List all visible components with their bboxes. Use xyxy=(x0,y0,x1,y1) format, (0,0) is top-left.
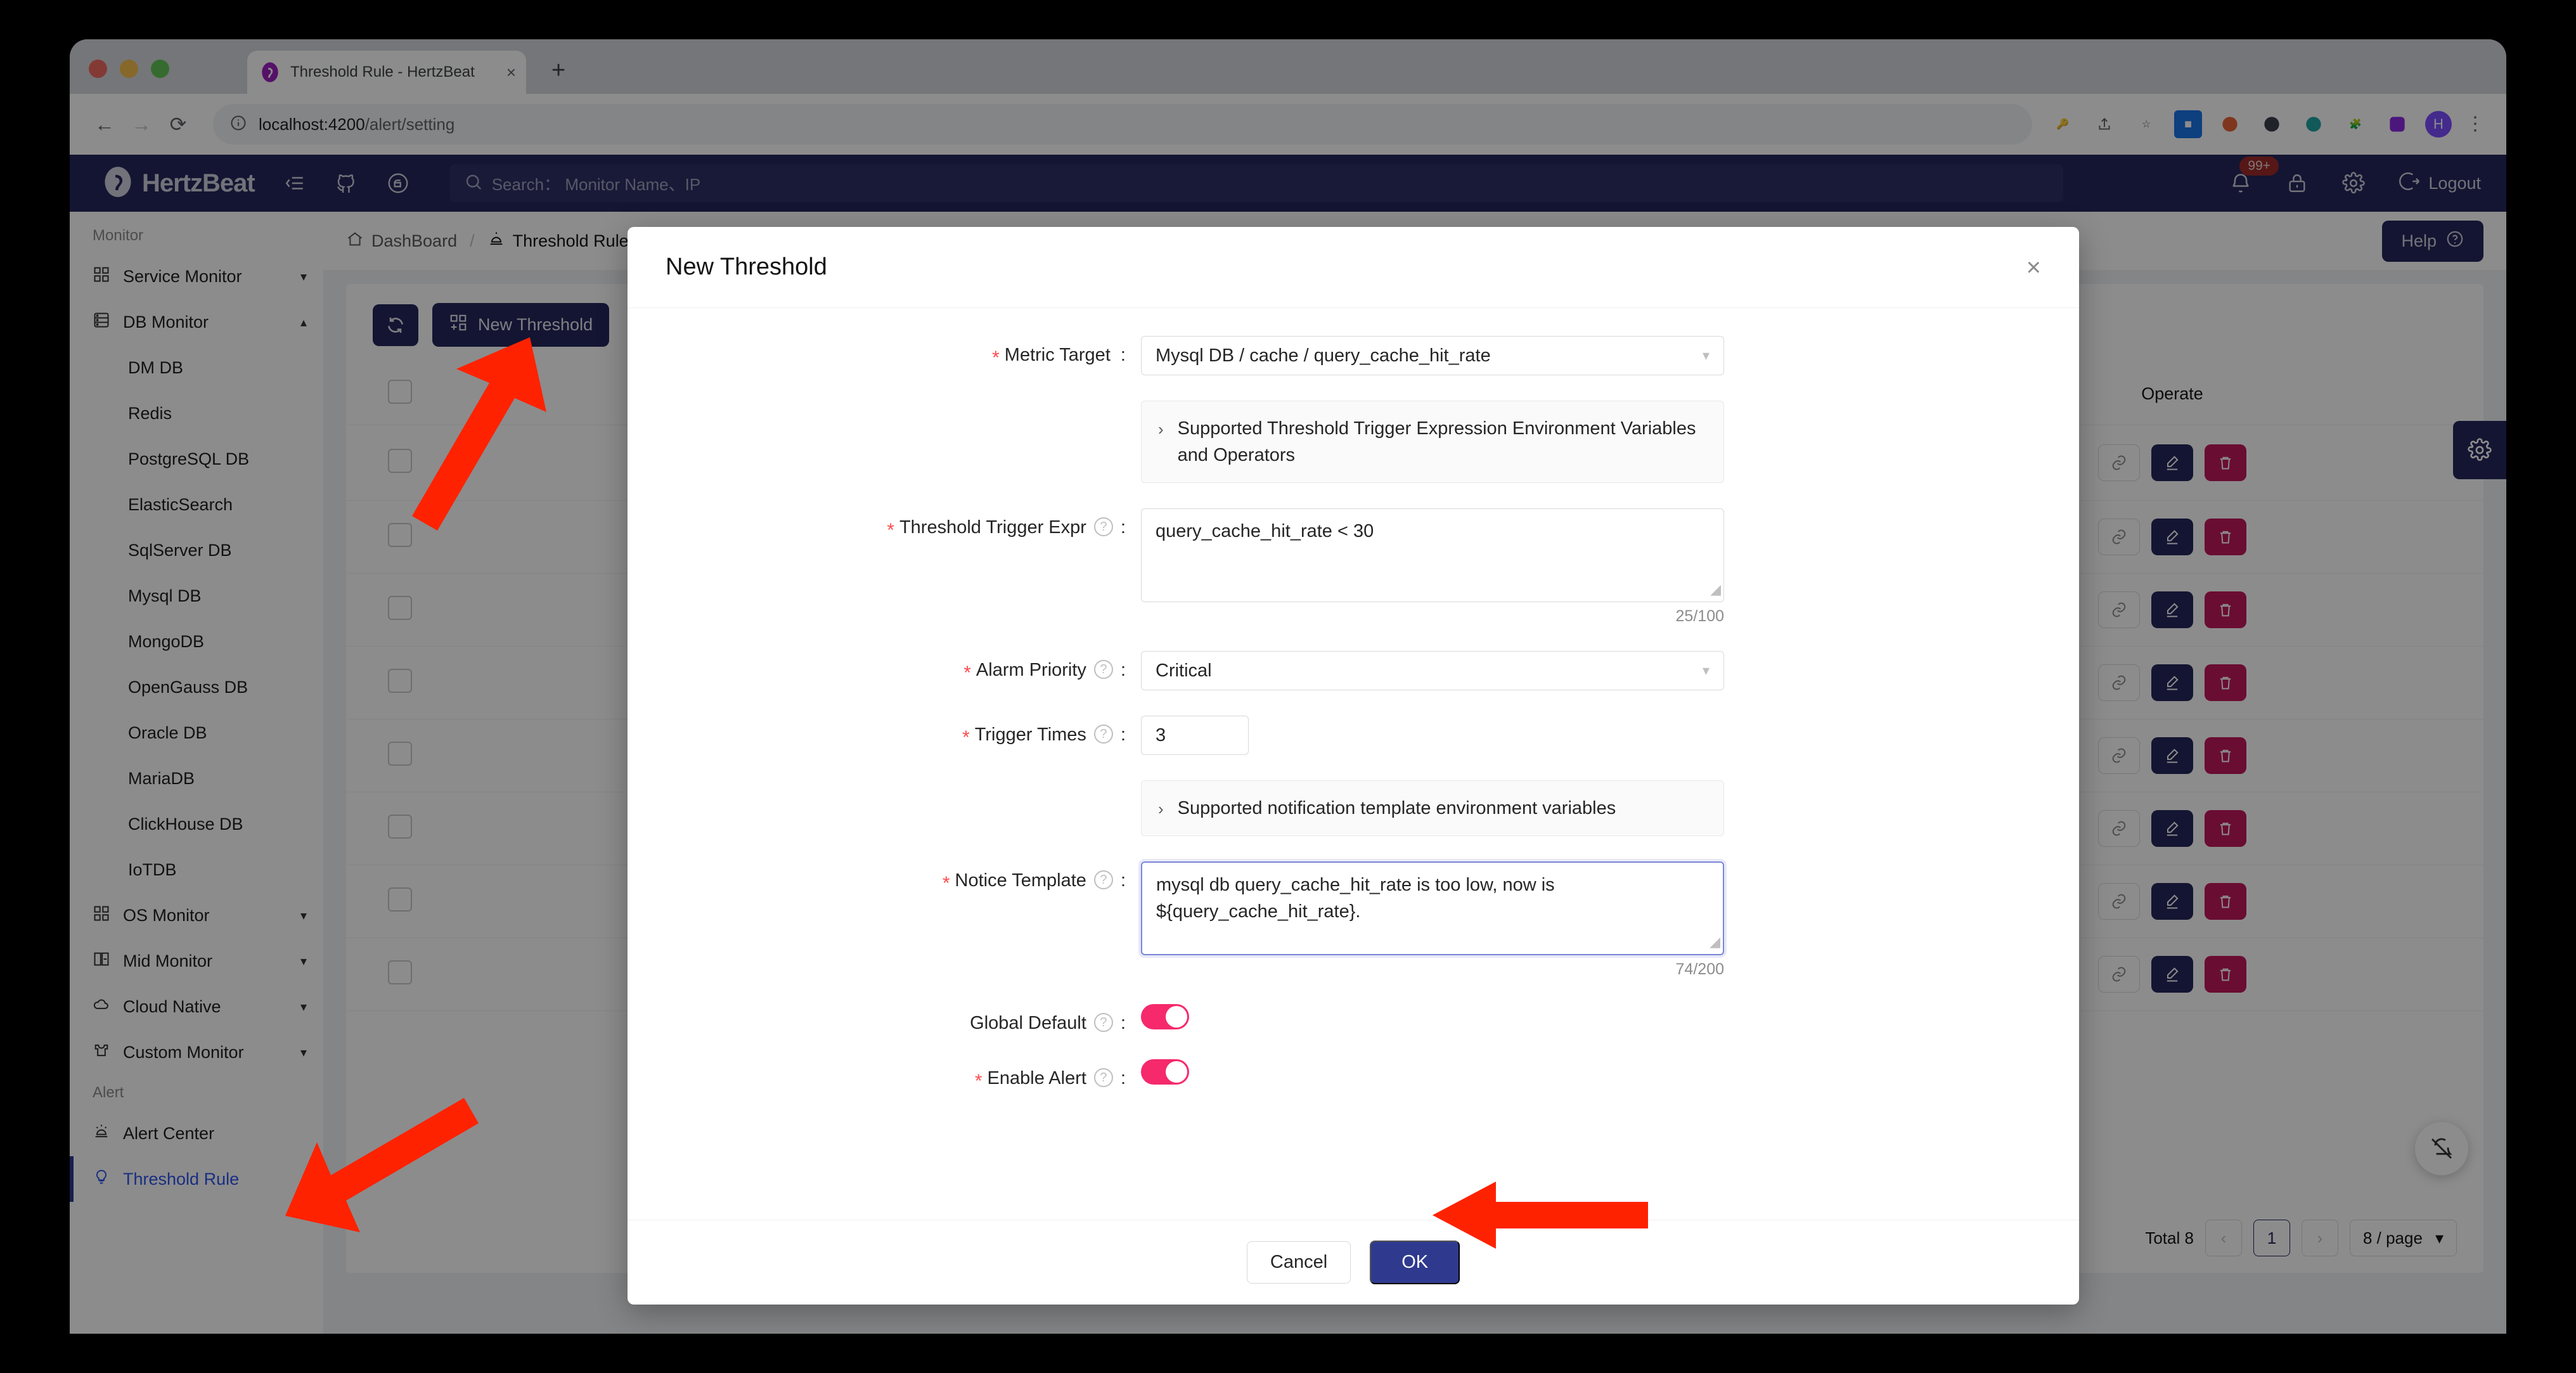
help-icon[interactable]: ? xyxy=(1093,1068,1113,1088)
required-asterisk: * xyxy=(962,727,970,749)
required-asterisk: * xyxy=(992,347,1000,368)
trigger-expr-label-wrap: * Threshold Trigger Expr ?: xyxy=(628,508,1141,626)
required-asterisk: * xyxy=(887,520,894,541)
notice-template-textarea[interactable]: mysql db query_cache_hit_rate is too low… xyxy=(1141,861,1724,956)
alarm-priority-label-wrap: * Alarm Priority ?: xyxy=(628,651,1141,690)
notice-template-counter: 74/200 xyxy=(1675,960,1724,979)
enable-alert-label: Enable Alert xyxy=(987,1068,1086,1089)
help-icon[interactable]: ? xyxy=(1093,660,1113,680)
field-enable-alert: * Enable Alert ?: xyxy=(628,1059,2079,1091)
trigger-times-control: 3 xyxy=(1141,716,1724,756)
label-colon: : xyxy=(1120,870,1126,891)
field-metric-target: * Metric Target : Mysql DB / cache / que… xyxy=(628,336,2079,375)
new-threshold-dialog: New Threshold × * Metric Target : Mysql … xyxy=(628,227,2079,1305)
supported-notification-label: Supported notification template environm… xyxy=(1177,798,1616,819)
label-colon: : xyxy=(1115,345,1126,365)
resize-handle-icon[interactable]: ◢ xyxy=(1710,579,1721,600)
browser-window: Threshold Rule - HertzBeat × + ← → ⟳ loc… xyxy=(70,39,2506,1334)
chevron-down-icon: ▾ xyxy=(1702,347,1710,363)
label-colon: : xyxy=(1120,517,1126,538)
global-default-control xyxy=(1141,1004,1724,1034)
resize-handle-icon[interactable]: ◢ xyxy=(1710,932,1720,952)
field-trigger-times: * Trigger Times ?: 3 xyxy=(628,716,2079,756)
close-icon[interactable]: × xyxy=(2026,255,2041,280)
notice-template-value: mysql db query_cache_hit_rate is too low… xyxy=(1156,875,1555,922)
chevron-right-icon: › xyxy=(1158,420,1164,439)
chevron-right-icon: › xyxy=(1158,799,1164,819)
notice-hint-control: › Supported notification template enviro… xyxy=(1141,780,1724,837)
metric-target-control: Mysql DB / cache / query_cache_hit_rate … xyxy=(1141,336,1724,375)
required-asterisk: * xyxy=(942,873,950,894)
alarm-priority-control: Critical ▾ xyxy=(1141,651,1724,691)
dialog-header: New Threshold × xyxy=(628,227,2079,308)
supported-expression-label: Supported Threshold Trigger Expression E… xyxy=(1177,418,1696,466)
label-colon: : xyxy=(1120,725,1126,745)
trigger-times-input[interactable]: 3 xyxy=(1141,716,1249,756)
metric-target-label: Metric Target xyxy=(1004,345,1111,365)
label-colon: : xyxy=(1120,1068,1126,1089)
alarm-priority-select[interactable]: Critical ▾ xyxy=(1141,651,1724,691)
chevron-down-icon: ▾ xyxy=(1702,662,1710,679)
label-colon: : xyxy=(1120,1013,1126,1034)
required-asterisk: * xyxy=(974,1071,982,1092)
alarm-priority-value: Critical xyxy=(1156,660,1212,681)
metric-target-label-wrap: * Metric Target : xyxy=(628,336,1141,375)
row-notice-hint: › Supported notification template enviro… xyxy=(628,780,2079,837)
trigger-expr-textarea[interactable]: query_cache_hit_rate < 30 ◢ xyxy=(1141,508,1724,603)
help-icon[interactable]: ? xyxy=(1093,870,1113,890)
field-threshold-trigger-expr: * Threshold Trigger Expr ?: query_cache_… xyxy=(628,508,2079,626)
required-asterisk: * xyxy=(963,662,971,684)
supported-expression-collapse[interactable]: › Supported Threshold Trigger Expression… xyxy=(1141,401,1724,484)
notice-template-label-wrap: * Notice Template ?: xyxy=(628,861,1141,979)
metric-target-select[interactable]: Mysql DB / cache / query_cache_hit_rate … xyxy=(1141,336,1724,375)
field-alarm-priority: * Alarm Priority ?: Critical ▾ xyxy=(628,651,2079,691)
ok-button[interactable]: OK xyxy=(1370,1241,1460,1284)
metric-target-value: Mysql DB / cache / query_cache_hit_rate xyxy=(1156,345,1491,366)
expr-hint-control: › Supported Threshold Trigger Expression… xyxy=(1141,401,1724,484)
row-expr-hint: › Supported Threshold Trigger Expression… xyxy=(628,401,2079,484)
cancel-button[interactable]: Cancel xyxy=(1246,1241,1351,1284)
global-default-label: Global Default xyxy=(970,1013,1086,1034)
help-icon[interactable]: ? xyxy=(1093,517,1113,537)
dialog-footer: Cancel OK xyxy=(628,1220,2079,1305)
notice-template-control: mysql db query_cache_hit_rate is too low… xyxy=(1141,861,1724,979)
trigger-expr-value: query_cache_hit_rate < 30 xyxy=(1156,521,1374,542)
help-icon[interactable]: ? xyxy=(1093,725,1113,744)
help-icon[interactable]: ? xyxy=(1093,1013,1113,1033)
label-colon: : xyxy=(1120,660,1126,681)
field-global-default: Global Default ?: xyxy=(628,1004,2079,1034)
enable-alert-toggle[interactable] xyxy=(1141,1059,1189,1085)
notice-template-label: Notice Template xyxy=(955,870,1086,891)
trigger-expr-counter: 25/100 xyxy=(1675,607,1724,626)
global-default-toggle[interactable] xyxy=(1141,1004,1189,1030)
trigger-times-label-wrap: * Trigger Times ?: xyxy=(628,716,1141,755)
dialog-title: New Threshold xyxy=(666,254,827,280)
field-notice-template: * Notice Template ?: mysql db query_cach… xyxy=(628,861,2079,979)
enable-alert-label-wrap: * Enable Alert ?: xyxy=(628,1059,1141,1091)
enable-alert-control xyxy=(1141,1059,1724,1091)
expr-hint-spacer xyxy=(628,401,1141,483)
alarm-priority-label: Alarm Priority xyxy=(976,660,1086,681)
global-default-label-wrap: Global Default ?: xyxy=(628,1004,1141,1034)
trigger-expr-label: Threshold Trigger Expr xyxy=(899,517,1086,538)
trigger-times-label: Trigger Times xyxy=(974,725,1086,745)
trigger-expr-control: query_cache_hit_rate < 30 ◢ 25/100 xyxy=(1141,508,1724,626)
supported-notification-collapse[interactable]: › Supported notification template enviro… xyxy=(1141,780,1724,837)
dialog-body: * Metric Target : Mysql DB / cache / que… xyxy=(628,308,2079,1220)
notice-hint-spacer xyxy=(628,780,1141,836)
